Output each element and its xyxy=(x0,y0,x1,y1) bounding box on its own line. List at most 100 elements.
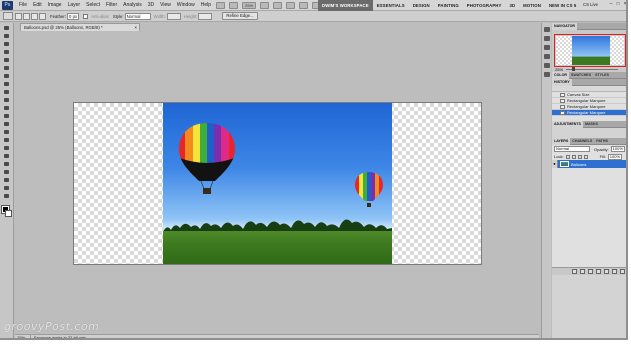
tab-paths[interactable]: PATHS xyxy=(594,138,610,145)
history-panel-icon[interactable] xyxy=(544,27,550,32)
blur-tool-icon[interactable] xyxy=(2,121,11,127)
history-brush-tool-icon[interactable] xyxy=(2,97,11,103)
clone-source-panel-icon[interactable] xyxy=(544,63,550,68)
zoom-tool-panel-icon[interactable] xyxy=(2,193,11,199)
shape-tool-icon[interactable] xyxy=(2,161,11,167)
close-button[interactable]: × xyxy=(622,1,626,8)
eraser-tool-icon[interactable] xyxy=(2,105,11,111)
info-panel-icon[interactable] xyxy=(544,45,550,50)
canvas-area[interactable] xyxy=(15,31,539,334)
new-group-icon[interactable] xyxy=(604,269,609,274)
intersect-selection-icon[interactable] xyxy=(39,12,46,20)
lock-transparency-icon[interactable] xyxy=(565,154,570,159)
eyedropper-tool-icon[interactable] xyxy=(2,65,11,71)
height-input[interactable] xyxy=(198,12,213,20)
subtract-selection-icon[interactable] xyxy=(31,12,38,20)
trash-icon[interactable] xyxy=(620,269,625,274)
menu-filter[interactable]: Filter xyxy=(103,0,120,11)
lasso-tool-icon[interactable] xyxy=(2,41,11,47)
minimize-button[interactable]: – xyxy=(608,1,614,8)
menu-window[interactable]: Window xyxy=(174,0,198,11)
zoom-level-icon[interactable]: 25% xyxy=(242,1,257,9)
lock-all-icon[interactable] xyxy=(583,154,588,159)
tool-preset-picker[interactable] xyxy=(3,12,13,20)
layer-style-icon[interactable] xyxy=(580,269,585,274)
cs-live-button[interactable]: CS Live xyxy=(583,2,598,7)
menu-image[interactable]: Image xyxy=(45,0,65,11)
workspace-design[interactable]: DESIGN xyxy=(409,0,434,11)
background-color-swatch[interactable] xyxy=(5,210,12,217)
fill-input[interactable]: 100% xyxy=(607,153,623,160)
quick-select-tool-icon[interactable] xyxy=(2,49,11,55)
tab-styles[interactable]: STYLES xyxy=(593,72,611,79)
close-document-icon[interactable]: × xyxy=(134,24,137,31)
healing-brush-tool-icon[interactable] xyxy=(2,73,11,79)
minibridge-icon[interactable] xyxy=(229,1,239,9)
status-zoom[interactable]: 25% xyxy=(17,335,31,338)
tab-masks[interactable]: MASKS xyxy=(583,121,600,128)
history-item-selected[interactable]: Rectangular Marquee xyxy=(552,110,626,116)
workspace-new-in-cs5[interactable]: NEW IN CS 5 xyxy=(545,0,580,11)
document-canvas[interactable] xyxy=(73,102,482,265)
gradient-tool-icon[interactable] xyxy=(2,113,11,119)
character-panel-icon[interactable] xyxy=(544,72,550,77)
type-tool-icon[interactable] xyxy=(2,145,11,151)
tab-swatches[interactable]: SWATCHES xyxy=(569,72,593,79)
pen-tool-icon[interactable] xyxy=(2,137,11,143)
actions-panel-icon[interactable] xyxy=(544,36,550,41)
3d-rotate-tool-icon[interactable] xyxy=(2,169,11,175)
tab-navigator[interactable]: NAVIGATOR xyxy=(552,22,577,30)
link-layers-icon[interactable] xyxy=(572,269,577,274)
menu-view[interactable]: View xyxy=(157,0,174,11)
hand-tool-icon[interactable] xyxy=(2,185,11,191)
tab-color[interactable]: COLOR xyxy=(552,71,569,79)
menu-edit[interactable]: Edit xyxy=(30,0,45,11)
eye-icon[interactable]: ● xyxy=(552,160,558,168)
menu-help[interactable]: Help xyxy=(198,0,214,11)
workspace-motion[interactable]: MOTION xyxy=(519,0,545,11)
width-input[interactable] xyxy=(166,12,181,20)
navigator-view-box[interactable] xyxy=(554,34,626,67)
lock-pixels-icon[interactable] xyxy=(571,154,576,159)
tab-adjustments[interactable]: ADJUSTMENTS xyxy=(552,120,583,128)
path-select-tool-icon[interactable] xyxy=(2,153,11,159)
menu-file[interactable]: File xyxy=(16,0,30,11)
workspace-3d[interactable]: 3D xyxy=(505,0,519,11)
dodge-tool-icon[interactable] xyxy=(2,129,11,135)
brush-tool-icon[interactable] xyxy=(2,81,11,87)
refine-edge-button[interactable]: Refine Edge... xyxy=(222,12,258,20)
blend-mode-select[interactable]: Normal xyxy=(554,146,590,152)
clone-stamp-tool-icon[interactable] xyxy=(2,89,11,95)
add-mask-icon[interactable] xyxy=(588,269,593,274)
tab-channels[interactable]: CHANNELS xyxy=(570,138,594,145)
new-layer-icon[interactable] xyxy=(612,269,617,274)
menu-analysis[interactable]: Analysis xyxy=(120,0,145,11)
crop-tool-icon[interactable] xyxy=(2,57,11,63)
add-to-selection-icon[interactable] xyxy=(23,12,30,20)
adjustment-layer-icon[interactable] xyxy=(596,269,601,274)
antialias-checkbox[interactable] xyxy=(83,13,89,19)
new-selection-icon[interactable] xyxy=(15,12,22,20)
workspace-painting[interactable]: PAINTING xyxy=(434,0,463,11)
menu-layer[interactable]: Layer xyxy=(65,0,84,11)
move-tool-icon[interactable] xyxy=(2,25,11,31)
navigator-zoom-knob[interactable] xyxy=(572,67,575,71)
hand-icon[interactable] xyxy=(260,1,270,9)
workspace-dwims[interactable]: DWIM'S WORKSPACE xyxy=(318,0,373,11)
tab-layers[interactable]: LAYERS xyxy=(552,137,571,145)
3d-orbit-tool-icon[interactable] xyxy=(2,177,11,183)
maximize-button[interactable]: □ xyxy=(615,1,621,8)
layer-row[interactable]: ● Balloons xyxy=(552,160,626,168)
style-select[interactable]: Normal xyxy=(124,12,151,20)
lock-position-icon[interactable] xyxy=(577,154,582,159)
bridge-icon[interactable] xyxy=(216,1,226,9)
menu-select[interactable]: Select xyxy=(83,0,103,11)
marquee-tool-icon[interactable] xyxy=(2,33,11,39)
feather-input[interactable]: 0 px xyxy=(67,12,80,20)
rotate-icon[interactable] xyxy=(286,1,296,9)
brushes-panel-icon[interactable] xyxy=(544,54,550,59)
arrange-icon[interactable] xyxy=(299,1,309,9)
opacity-input[interactable]: 100% xyxy=(610,146,625,152)
menu-3d[interactable]: 3D xyxy=(145,0,157,11)
navigator-zoom-value[interactable]: 25% xyxy=(555,67,563,72)
